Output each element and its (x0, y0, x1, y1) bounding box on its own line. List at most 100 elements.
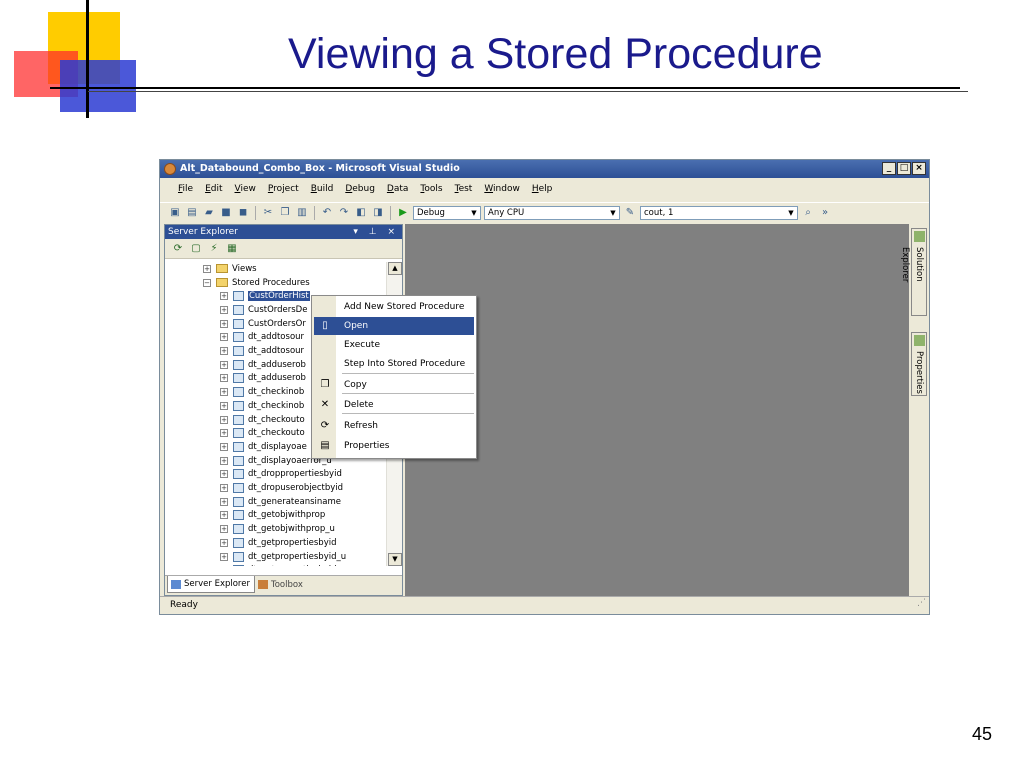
save-icon[interactable]: ■ (219, 206, 233, 219)
panel-window-controls[interactable]: ▾ ⊥ × (353, 225, 399, 239)
menu-tools[interactable]: Tools (414, 180, 448, 198)
tab-solution-explorer[interactable]: Solution Explorer (900, 228, 927, 316)
save-all-icon[interactable]: ◼ (236, 206, 250, 219)
stop-refresh-icon[interactable]: ▢ (189, 242, 203, 255)
expand-icon[interactable]: + (220, 374, 228, 383)
tree-item[interactable]: + CustOrderHist (220, 289, 310, 303)
menu-test[interactable]: Test (449, 180, 479, 198)
standard-toolbar: ▣ ▤ ▰ ■ ◼ ✂ ❐ ▥ ↶ ↷ ◧ ◨ ▶ Debug ▼ Any CP… (160, 202, 929, 222)
tab-toolbox[interactable]: Toolbox (255, 576, 307, 593)
expand-icon[interactable]: + (220, 388, 228, 397)
expand-icon[interactable]: + (220, 456, 228, 465)
tree-item[interactable]: + dt_checkouto (220, 413, 305, 427)
tree-item-label: dt_generateansiname (248, 496, 341, 507)
tree-item[interactable]: + dt_displayoae (220, 440, 307, 454)
menu-help[interactable]: Help (526, 180, 559, 198)
menu-edit[interactable]: Edit (199, 180, 228, 198)
expand-icon[interactable]: + (220, 484, 228, 493)
menu-window[interactable]: Window (478, 180, 526, 198)
context-menu-item[interactable]: Add New Stored Procedure (314, 298, 474, 316)
tree-item[interactable]: +dt_getpropertiesbyid_vcs (220, 563, 355, 566)
tab-server-explorer[interactable]: Server Explorer (167, 576, 255, 593)
tree-item[interactable]: + CustOrdersDe (220, 303, 307, 317)
context-menu-item[interactable]: ⟳ Refresh (314, 417, 474, 435)
navigate-back-icon[interactable]: ◧ (354, 206, 368, 219)
new-project-icon[interactable]: ▣ (168, 206, 182, 219)
expand-icon[interactable]: + (220, 470, 228, 479)
expand-icon[interactable]: + (220, 360, 228, 369)
undo-icon[interactable]: ↶ (320, 206, 334, 219)
tree-item[interactable]: + dt_checkinob (220, 399, 304, 413)
menu-view[interactable]: View (229, 180, 262, 198)
paste-icon[interactable]: ▥ (295, 206, 309, 219)
expand-icon[interactable]: + (220, 401, 228, 410)
context-menu-item[interactable]: ❐ Copy (314, 376, 474, 394)
context-menu-item[interactable]: Step Into Stored Procedure (314, 355, 474, 373)
menu-data[interactable]: Data (381, 180, 415, 198)
menu-file[interactable]: File (172, 180, 199, 198)
close-button[interactable]: × (912, 162, 926, 175)
solution-configuration-select[interactable]: Debug ▼ (413, 205, 481, 220)
scroll-down-icon[interactable]: ▼ (388, 553, 402, 566)
expand-icon[interactable]: + (220, 415, 228, 424)
connect-to-database-icon[interactable]: ⚡ (207, 242, 221, 255)
connect-to-server-icon[interactable]: ▦ (225, 242, 239, 255)
refresh-icon[interactable]: ⟳ (171, 242, 185, 255)
expand-icon[interactable]: + (220, 292, 228, 301)
expand-icon[interactable]: + (220, 525, 228, 534)
tree-item[interactable]: + dt_generateansiname (220, 495, 341, 509)
context-menu-item[interactable]: ▤ Properties (314, 437, 474, 455)
tab-properties[interactable]: Properties (911, 332, 927, 396)
context-menu-item[interactable]: ▯ Open (314, 317, 474, 335)
tree-item-label: dt_adduserob (248, 373, 306, 384)
tree-item[interactable]: + dt_addtosour (220, 344, 304, 358)
menu-debug[interactable]: Debug (339, 180, 381, 198)
tree-item[interactable]: + Views (203, 262, 257, 276)
find-icon[interactable]: ⌕ (801, 206, 815, 219)
toolbar-overflow-icon[interactable]: » (818, 206, 832, 219)
expand-icon[interactable]: + (220, 333, 228, 342)
collapse-icon[interactable]: − (203, 278, 211, 287)
expand-icon[interactable]: + (220, 538, 228, 547)
tree-item[interactable]: + dt_checkinob (220, 385, 304, 399)
expand-icon[interactable]: + (220, 319, 228, 328)
add-item-icon[interactable]: ▤ (185, 206, 199, 219)
minimize-button[interactable]: _ (882, 162, 896, 175)
copy-icon[interactable]: ❐ (278, 206, 292, 219)
resize-grip-icon[interactable]: ⋰ (917, 595, 926, 612)
tree-item[interactable]: + dt_getpropertiesbyid (220, 536, 337, 550)
open-file-icon[interactable]: ▰ (202, 206, 216, 219)
expand-icon[interactable]: + (220, 497, 228, 506)
expand-icon[interactable]: + (220, 347, 228, 356)
expand-icon[interactable]: + (220, 305, 228, 314)
expand-icon[interactable]: + (220, 552, 228, 561)
expand-icon[interactable]: + (220, 429, 228, 438)
tree-item[interactable]: + dt_dropuserobjectbyid (220, 481, 343, 495)
tree-item[interactable]: + dt_getobjwithprop (220, 509, 325, 523)
expand-icon[interactable]: + (203, 264, 211, 273)
scroll-up-icon[interactable]: ▲ (388, 262, 402, 275)
redo-icon[interactable]: ↷ (337, 206, 351, 219)
tree-item[interactable]: + dt_droppropertiesbyid (220, 468, 342, 482)
menu-project[interactable]: Project (262, 180, 305, 198)
tree-item[interactable]: − Stored Procedures (203, 276, 310, 290)
tree-item[interactable]: + dt_getpropertiesbyid_u (220, 550, 346, 564)
navigate-forward-icon[interactable]: ◨ (371, 206, 385, 219)
tree-item[interactable]: + dt_adduserob (220, 372, 306, 386)
tree-item[interactable]: + CustOrdersOr (220, 317, 306, 331)
context-menu-item[interactable]: ✕ Delete (314, 396, 474, 414)
cut-icon[interactable]: ✂ (261, 206, 275, 219)
context-menu-item[interactable]: Execute (314, 336, 474, 354)
maximize-button[interactable]: □ (897, 162, 911, 175)
tree-item[interactable]: + dt_getobjwithprop_u (220, 522, 335, 536)
solution-platform-select[interactable]: Any CPU ▼ (484, 205, 620, 220)
menu-build[interactable]: Build (305, 180, 340, 198)
tree-item[interactable]: + dt_adduserob (220, 358, 306, 372)
start-debugging-icon[interactable]: ▶ (396, 206, 410, 219)
expand-icon[interactable]: + (220, 511, 228, 520)
tree-item[interactable]: + dt_addtosour (220, 331, 304, 345)
tree-item[interactable]: + dt_checkouto (220, 426, 305, 440)
expand-icon[interactable]: + (220, 442, 228, 451)
find-combo[interactable]: cout, 1 ▼ (640, 205, 798, 220)
find-in-files-icon[interactable]: ✎ (623, 206, 637, 219)
